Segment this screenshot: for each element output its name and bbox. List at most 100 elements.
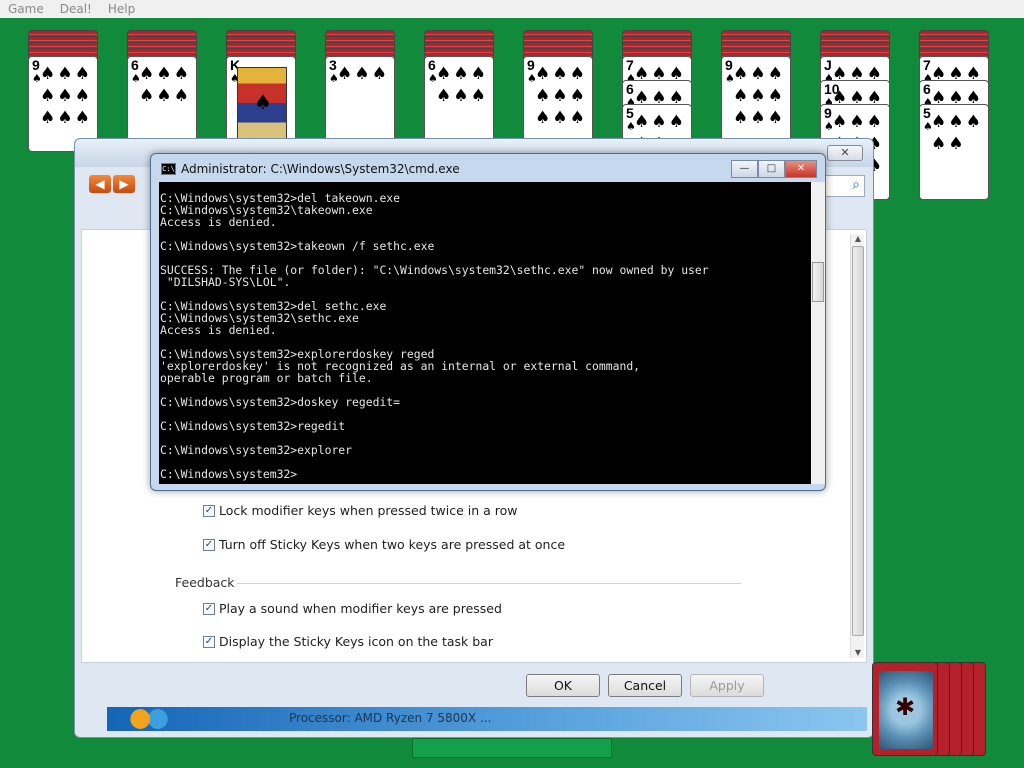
spider-icon (879, 671, 933, 749)
spade-icon: ♠ (74, 64, 90, 84)
spade-icon: ♠ (552, 108, 568, 128)
dialog-scrollbar[interactable]: ▲ ▼ (850, 234, 864, 658)
spade-icon: ♠ (173, 86, 189, 106)
dialog-close-button[interactable]: ✕ (827, 145, 863, 161)
spade-icon: ♠ (535, 108, 551, 128)
search-icon[interactable]: ⌕ (852, 177, 860, 193)
spade-icon: ♠ (948, 134, 964, 154)
spade-icon: ♠ (57, 86, 73, 106)
king-figure-icon (237, 67, 287, 147)
spade-icon: ♠ (436, 86, 452, 106)
spade-icon: ♠ (750, 108, 766, 128)
console-output[interactable]: C:\Windows\system32>del takeown.exe C:\W… (159, 182, 811, 484)
cmd-title: Administrator: C:\Windows\System32\cmd.e… (181, 162, 460, 176)
spade-icon: ♠ (832, 112, 848, 132)
spade-icon: ♠ (931, 134, 947, 154)
nav-arrows: ◀ ▶ (89, 175, 135, 193)
spade-icon: ♠ (634, 112, 650, 132)
menu-deal[interactable]: Deal! (52, 2, 100, 16)
spade-icon: ♠ (535, 64, 551, 84)
console-scrollbar[interactable] (811, 182, 825, 484)
lock-modifier-option[interactable]: ✓ Lock modifier keys when pressed twice … (203, 503, 517, 518)
spade-icon: ♠ (767, 64, 783, 84)
spade-icon: ♠ (156, 86, 172, 106)
spade-icon: ♠ (453, 86, 469, 106)
spade-icon: ♠ (866, 112, 882, 132)
spade-icon: ♠ (569, 86, 585, 106)
spade-icon: ♠ (470, 64, 486, 84)
checkbox-checked-icon[interactable]: ✓ (203, 538, 215, 551)
spade-icon: ♠ (569, 64, 585, 84)
spade-icon: ♠ (767, 108, 783, 128)
ok-button[interactable]: OK (526, 674, 600, 697)
spade-icon: ♠ (371, 64, 387, 84)
card-pips: ♠♠♠♠♠♠ (138, 63, 190, 147)
spade-icon: ♠ (552, 64, 568, 84)
spade-icon: ♠ (767, 86, 783, 106)
card-pips: ♠♠♠♠♠ (930, 111, 982, 195)
console-text: C:\Windows\system32>del takeown.exe C:\W… (160, 191, 709, 481)
menu-game[interactable]: Game (0, 2, 52, 16)
console-scroll-thumb[interactable] (812, 262, 824, 302)
stock-card[interactable] (872, 662, 938, 756)
spade-icon: ♠ (470, 86, 486, 106)
minimize-icon[interactable]: — (731, 160, 758, 178)
back-arrow-icon[interactable]: ◀ (89, 175, 111, 193)
playing-card[interactable]: 5♠♠♠♠♠♠ (919, 104, 989, 200)
spade-icon: ♠ (552, 86, 568, 106)
card-pips: ♠♠♠♠♠♠♠♠♠ (732, 63, 784, 147)
window-controls: — □ ✕ (731, 160, 817, 178)
turn-off-sticky-option[interactable]: ✓ Turn off Sticky Keys when two keys are… (203, 537, 565, 552)
spade-icon: ♠ (965, 112, 981, 132)
spade-icon: ♠ (750, 64, 766, 84)
completed-pile (412, 738, 612, 758)
spade-icon: ♠ (57, 108, 73, 128)
processor-text: Processor: AMD Ryzen 7 5800X ... (289, 711, 492, 725)
scroll-thumb[interactable] (852, 246, 864, 636)
spade-icon: ♠ (173, 64, 189, 84)
cmd-icon: C:\ (161, 163, 176, 175)
maximize-icon[interactable]: □ (758, 160, 785, 178)
checkbox-checked-icon[interactable]: ✓ (203, 504, 215, 517)
turn-off-sticky-label: Turn off Sticky Keys when two keys are p… (219, 537, 566, 552)
play-sound-option[interactable]: ✓ Play a sound when modifier keys are pr… (203, 601, 502, 616)
spade-icon: ♠ (948, 112, 964, 132)
spade-icon: ♠ (535, 86, 551, 106)
spade-icon: ♠ (436, 64, 452, 84)
spade-icon: ♠ (139, 64, 155, 84)
spade-icon: ♠ (453, 64, 469, 84)
spade-icon: ♠ (733, 64, 749, 84)
spade-icon: ♠ (931, 112, 947, 132)
cmd-window: C:\ Administrator: C:\Windows\System32\c… (150, 153, 826, 491)
menu-bar: Game Deal! Help (0, 0, 1024, 18)
spade-icon: ♠ (156, 64, 172, 84)
forward-arrow-icon[interactable]: ▶ (113, 175, 135, 193)
display-icon-label: Display the Sticky Keys icon on the task… (219, 634, 493, 649)
spade-icon: ♠ (651, 112, 667, 132)
scroll-down-icon[interactable]: ▼ (851, 648, 865, 658)
close-icon[interactable]: ✕ (785, 160, 817, 178)
spade-icon: ♠ (40, 86, 56, 106)
spade-icon: ♠ (74, 108, 90, 128)
spade-icon: ♠ (57, 64, 73, 84)
spade-icon: ♠ (139, 86, 155, 106)
card-pips: ♠♠♠♠♠♠♠♠♠ (534, 63, 586, 147)
windows-logo-icon (127, 709, 171, 729)
spade-icon: ♠ (569, 108, 585, 128)
spade-icon: ♠ (74, 86, 90, 106)
spade-icon: ♠ (849, 112, 865, 132)
menu-help[interactable]: Help (100, 2, 143, 16)
cancel-button[interactable]: Cancel (608, 674, 682, 697)
play-sound-label: Play a sound when modifier keys are pres… (219, 601, 502, 616)
spade-icon: ♠ (40, 108, 56, 128)
card-pips: ♠♠♠♠♠♠♠♠♠ (39, 63, 91, 147)
checkbox-checked-icon[interactable]: ✓ (203, 602, 215, 615)
apply-button[interactable]: Apply (690, 674, 764, 697)
card-pips: ♠♠♠♠♠♠ (435, 63, 487, 147)
checkbox-checked-icon[interactable]: ✓ (203, 635, 215, 648)
spade-icon: ♠ (733, 86, 749, 106)
scroll-up-icon[interactable]: ▲ (851, 234, 865, 244)
feedback-group-label: Feedback (175, 575, 235, 590)
display-icon-option[interactable]: ✓ Display the Sticky Keys icon on the ta… (203, 634, 493, 649)
spade-icon: ♠ (40, 64, 56, 84)
